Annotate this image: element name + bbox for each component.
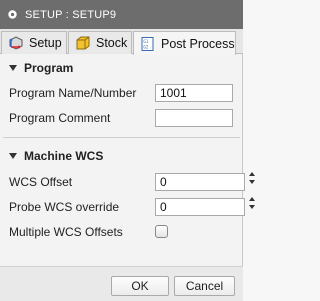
window-titlebar[interactable]: SETUP : SETUP9 xyxy=(0,0,243,29)
collapse-triangle-icon xyxy=(9,153,17,159)
probe-wcs-label: Probe WCS override xyxy=(9,200,120,214)
program-comment-input[interactable] xyxy=(155,109,233,127)
wcs-offset-spinner[interactable] xyxy=(249,171,256,187)
tab-setup[interactable]: Setup xyxy=(1,31,67,54)
tab-post-process[interactable]: G1 G2 Post Process xyxy=(133,31,236,55)
svg-text:G1: G1 xyxy=(143,39,149,44)
tab-setup-label: Setup xyxy=(29,36,62,50)
program-comment-label: Program Comment xyxy=(9,111,111,125)
wcs-offset-label: WCS Offset xyxy=(9,175,73,189)
setup-icon xyxy=(8,35,24,51)
tab-stock-label: Stock xyxy=(96,36,128,50)
machine-wcs-section: Machine WCS xyxy=(0,146,243,166)
multiple-wcs-row: Multiple WCS Offsets xyxy=(0,221,243,243)
probe-wcs-spinner[interactable] xyxy=(249,196,256,212)
probe-wcs-input[interactable] xyxy=(155,198,245,216)
wcs-offset-row: WCS Offset xyxy=(0,171,245,193)
machine-wcs-section-header[interactable]: Machine WCS xyxy=(0,146,243,166)
collapse-triangle-icon xyxy=(9,65,17,71)
window-title: SETUP : SETUP9 xyxy=(25,8,117,21)
program-name-label: Program Name/Number xyxy=(9,86,137,100)
spin-up-icon[interactable] xyxy=(249,197,255,201)
multiple-wcs-checkbox[interactable] xyxy=(155,225,168,238)
cancel-button[interactable]: Cancel xyxy=(174,276,235,296)
spin-up-icon[interactable] xyxy=(249,172,255,176)
pinned-dot-icon xyxy=(7,9,18,20)
program-name-row: Program Name/Number xyxy=(0,82,243,104)
spin-down-icon[interactable] xyxy=(249,180,255,184)
program-section: Program xyxy=(0,58,243,78)
tab-stock[interactable]: Stock xyxy=(68,31,132,54)
machine-wcs-section-title: Machine WCS xyxy=(24,149,104,163)
setup-dialog: Setup Stock G1 G2 Post Process Program P… xyxy=(0,29,245,301)
program-section-header[interactable]: Program xyxy=(0,58,243,78)
svg-text:G2: G2 xyxy=(143,44,149,49)
wcs-offset-input[interactable] xyxy=(155,173,245,191)
multiple-wcs-label: Multiple WCS Offsets xyxy=(9,225,123,239)
background-edge xyxy=(243,0,260,301)
probe-wcs-row: Probe WCS override xyxy=(0,196,245,218)
tab-post-process-label: Post Process xyxy=(161,36,235,51)
post-process-icon: G1 G2 xyxy=(140,36,156,52)
stock-cube-icon xyxy=(75,35,91,51)
dialog-footer: OK Cancel xyxy=(0,266,243,301)
program-name-input[interactable] xyxy=(155,84,233,102)
section-divider xyxy=(3,137,240,138)
tab-bar: Setup Stock G1 G2 Post Process xyxy=(0,29,243,55)
ok-button[interactable]: OK xyxy=(111,276,169,296)
spin-down-icon[interactable] xyxy=(249,205,255,209)
program-section-title: Program xyxy=(24,61,74,75)
program-comment-row: Program Comment xyxy=(0,107,243,129)
